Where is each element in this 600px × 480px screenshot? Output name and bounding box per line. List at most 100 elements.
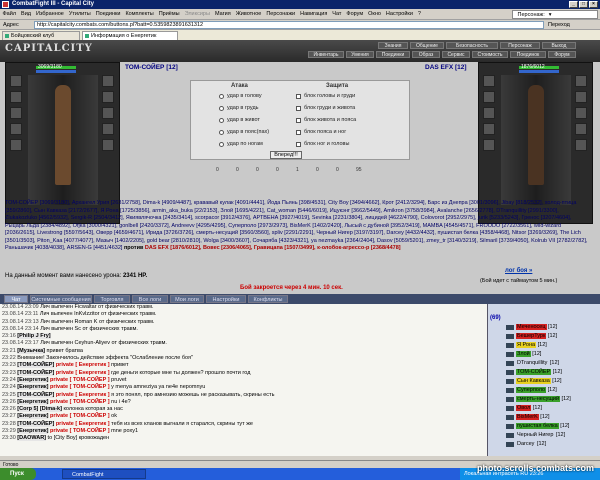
online-user-name[interactable]: Злой — [516, 351, 531, 357]
menu-elixirs[interactable]: Эликсиры — [182, 11, 212, 17]
message-author[interactable]: [ТОМ-СОЙЕР] — [17, 369, 55, 376]
minimize-button[interactable]: _ — [569, 1, 578, 8]
forward-button[interactable]: Вперед!!! — [270, 151, 302, 159]
helmet-slot[interactable] — [10, 75, 22, 87]
private-tag[interactable]: private [ Енергетик ] — [56, 370, 110, 376]
go-button[interactable]: Переход — [548, 21, 570, 29]
tab-conflicts[interactable]: Конфликты — [248, 295, 288, 303]
nav-forum[interactable]: Форум — [548, 51, 576, 58]
private-tag[interactable]: private [ ТОМ-СОЙЕР ] — [50, 377, 110, 383]
attack-chest-radio[interactable] — [219, 106, 224, 111]
private-tag[interactable]: private [ ТОМ-СОЙЕР ] — [50, 384, 110, 390]
tab-my-logs[interactable]: Мои логи — [170, 295, 204, 303]
message-author[interactable]: [Музычка] — [17, 347, 45, 354]
battle-log-link[interactable]: лог боя » — [505, 268, 532, 274]
nav-exit[interactable]: Выход — [542, 42, 576, 49]
defense-head-chest-radio[interactable] — [296, 94, 301, 99]
boots-slot[interactable] — [102, 139, 114, 151]
attack-head-radio[interactable] — [219, 94, 224, 99]
nav-security[interactable]: Безопасность — [446, 42, 498, 49]
tab-fight-club[interactable]: Бойцовский клуб — [2, 31, 80, 40]
online-user[interactable]: смерть-несущий [12] — [506, 396, 586, 403]
menu-pet[interactable]: Животное — [233, 11, 264, 17]
nav-service[interactable]: Сервис — [442, 51, 470, 58]
menu-tricks[interactable]: Приёмы — [156, 11, 182, 17]
nav-knowledge[interactable]: Знания — [378, 42, 408, 49]
menu-forum[interactable]: Форум — [344, 11, 366, 17]
close-button[interactable]: × — [589, 1, 598, 8]
online-user[interactable]: Сын Кавказа [12] — [506, 378, 586, 385]
online-user-name[interactable]: Сын Кавказа — [516, 378, 551, 384]
private-tag[interactable]: private [ Енергетик ] — [56, 362, 110, 368]
left-fighter-name[interactable]: ТОМ-СОЙЕР [12] — [125, 64, 178, 71]
armor-slot[interactable] — [483, 123, 495, 135]
online-user[interactable]: БешерТурк [12] — [506, 333, 586, 340]
message-author[interactable]: [Енергетик] — [17, 376, 49, 383]
tab-info[interactable]: Информация о Енергетик — [82, 31, 178, 40]
message-author[interactable]: [ТОМ-СОЙЕР] — [17, 391, 55, 398]
online-user-name[interactable]: Суперполо — [516, 387, 547, 393]
online-user[interactable]: Злой [12] — [506, 351, 586, 358]
belt-slot[interactable] — [10, 139, 22, 151]
online-user-name[interactable]: смерть-несущий — [516, 396, 561, 402]
menu-navigation[interactable]: Навигация — [298, 11, 330, 17]
online-user[interactable]: Суперполо [12] — [506, 387, 586, 394]
nav-communication[interactable]: Общение — [410, 42, 444, 49]
online-user-name[interactable]: BisMerK — [516, 414, 539, 420]
attack-legs-radio[interactable] — [219, 142, 224, 147]
nav-skills[interactable]: Умения — [346, 51, 374, 58]
tab-trade[interactable]: Торговля — [94, 295, 130, 303]
menu-fights[interactable]: Поединки — [93, 11, 123, 17]
shield-slot[interactable] — [102, 123, 114, 135]
persona-dropdown[interactable]: Персонаж: ▾ — [512, 10, 598, 19]
menu-magic[interactable]: Магия — [212, 11, 233, 17]
online-user[interactable]: ТОМ-СОЙЕР [12] — [506, 369, 586, 376]
online-user-name[interactable]: Меченосец — [516, 324, 547, 330]
menu-chat[interactable]: Чат — [330, 11, 344, 17]
menu-help[interactable]: ? — [415, 11, 423, 17]
earring-slot[interactable] — [575, 75, 587, 87]
online-user-name[interactable]: Овол — [516, 405, 532, 411]
private-tag[interactable]: private [ ТОМ-СОЙЕР ] — [50, 399, 110, 405]
online-user[interactable]: Меченосец [12] — [506, 324, 586, 331]
online-user[interactable]: Овол [12] — [506, 405, 586, 412]
helmet-slot[interactable] — [483, 75, 495, 87]
menu-sets[interactable]: Комплекты — [123, 11, 156, 17]
menu-view[interactable]: Вид — [19, 11, 34, 17]
gloves-slot[interactable] — [575, 107, 587, 119]
belt-slot[interactable] — [483, 139, 495, 151]
tab-chat[interactable]: Чат — [4, 295, 28, 303]
nav-fights[interactable]: Поединки — [376, 51, 410, 58]
online-user[interactable]: Я Рона [12] — [506, 342, 586, 349]
tab-system-messages[interactable]: Системные сообщения — [30, 295, 92, 303]
online-user[interactable]: пушистая белка [12] — [506, 423, 586, 430]
right-fighter-name[interactable]: DAS EFX [12] — [425, 64, 467, 71]
message-author[interactable]: [Енергетик] — [17, 428, 49, 435]
tab-all-logs[interactable]: Все логи — [132, 295, 168, 303]
gloves-slot[interactable] — [102, 107, 114, 119]
attack-belly-radio[interactable] — [219, 118, 224, 123]
online-user-name[interactable]: БешерТурк — [516, 333, 547, 339]
online-user-name[interactable]: Darcey — [516, 441, 536, 447]
nav-character[interactable]: Персонаж — [500, 42, 540, 49]
menu-favorites[interactable]: Избранное — [33, 11, 66, 17]
earring-slot[interactable] — [102, 75, 114, 87]
attack-groin-radio[interactable] — [219, 130, 224, 135]
message-recipient[interactable]: [Dima-k] — [39, 406, 62, 413]
nav-inventory[interactable]: Инвентарь — [308, 51, 344, 58]
private-tag[interactable]: private [ Енергетик ] — [56, 392, 110, 398]
private-tag[interactable]: private [ ТОМ-СОЙЕР ] — [50, 413, 110, 419]
message-author[interactable]: [ТОМ-СОЙЕР] — [17, 362, 55, 369]
message-author[interactable]: [Енергетик] — [17, 384, 49, 391]
nav-image[interactable]: Образ — [412, 51, 440, 58]
start-button[interactable]: Пуск — [0, 468, 36, 480]
team2-list[interactable]: DAS EFX [1876/6012], Вовес [2306/4065], … — [145, 245, 401, 251]
message-author[interactable]: [Corp 5] — [17, 406, 39, 413]
taskbar-item[interactable]: CombatFight — [62, 469, 146, 479]
weapon-slot[interactable] — [10, 107, 22, 119]
weapon-slot[interactable] — [483, 107, 495, 119]
shield-slot[interactable] — [575, 123, 587, 135]
team1-list[interactable]: ТОМ-СОЙЕР [3069/3180], Архангел Урия [26… — [5, 200, 587, 251]
amulet-slot[interactable] — [10, 91, 22, 103]
online-user-name[interactable]: Черный Нигер — [516, 432, 555, 438]
